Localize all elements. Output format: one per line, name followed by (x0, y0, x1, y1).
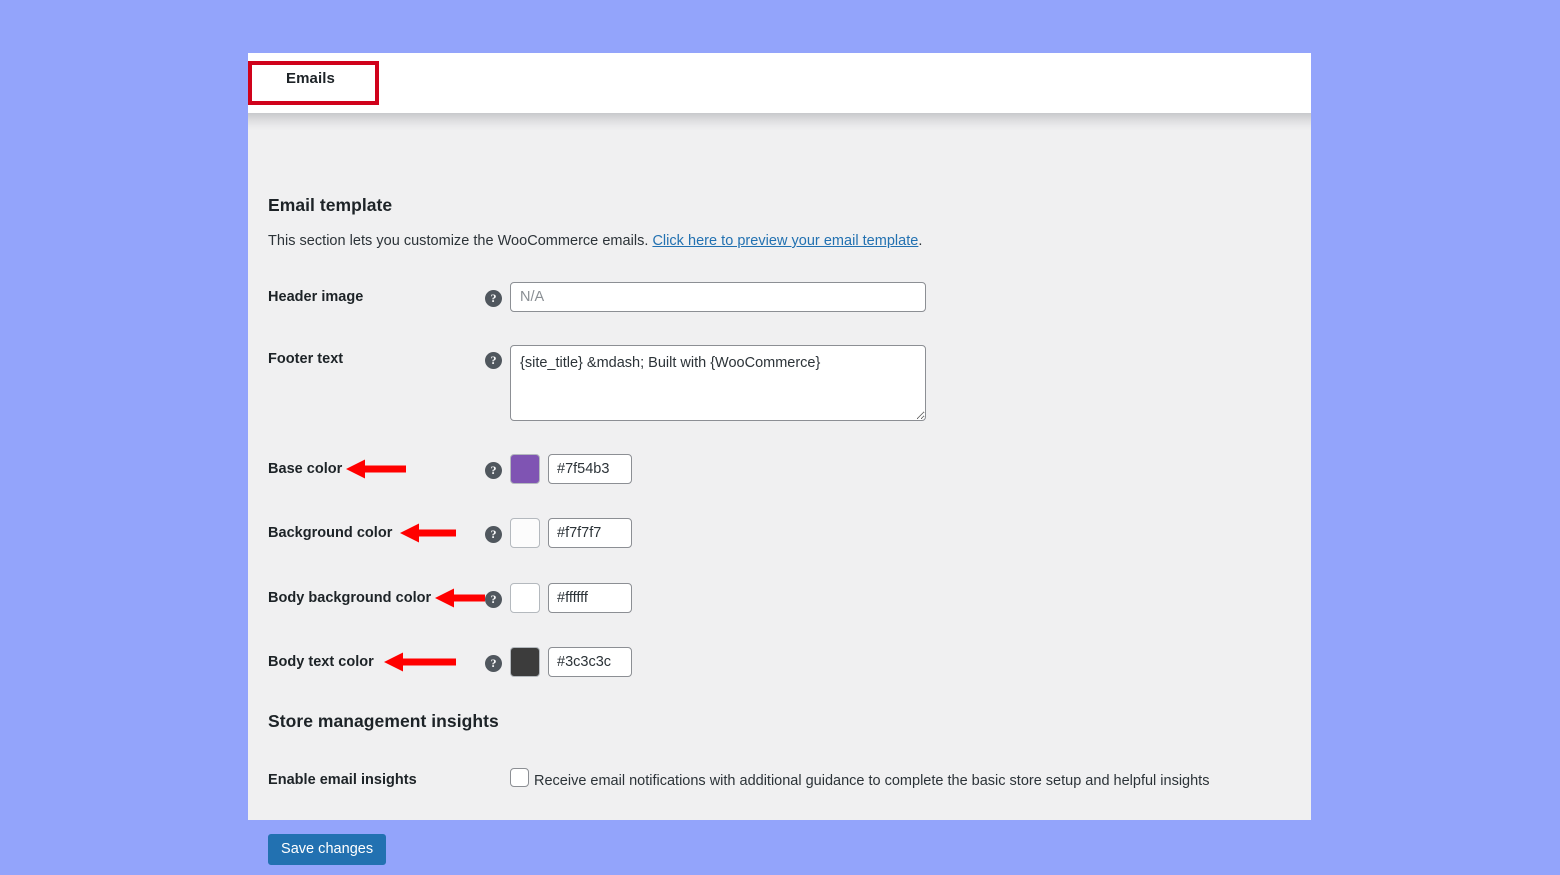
question-mark-icon-base-color[interactable]: ? (485, 462, 502, 479)
annotation-arrow-body-text-color (384, 652, 456, 672)
annotation-arrow-body-background-color (435, 588, 485, 608)
annotation-arrow-base-color (346, 459, 406, 479)
tab-bar-shadow (248, 113, 1311, 131)
section-description: This section lets you customize the WooC… (268, 233, 922, 249)
enable-email-insights-checkbox[interactable] (510, 768, 529, 787)
header-image-input[interactable] (510, 282, 926, 312)
color-swatch-body-text-color[interactable] (510, 647, 540, 677)
field-label-base-color: Base color (268, 461, 342, 477)
question-mark-icon-body-background-color[interactable]: ? (485, 591, 502, 608)
field-label-header-image: Header image (268, 289, 363, 305)
question-mark-icon-body-text-color[interactable]: ? (485, 655, 502, 672)
body-text-color-input[interactable] (548, 647, 632, 677)
preview-email-template-link[interactable]: Click here to preview your email templat… (652, 233, 918, 249)
save-changes-button[interactable]: Save changes (268, 834, 386, 865)
section-description-suffix: . (918, 233, 922, 249)
footer-text-textarea[interactable] (510, 345, 926, 421)
body-background-color-input[interactable] (548, 583, 632, 613)
section-description-text: This section lets you customize the WooC… (268, 233, 652, 249)
color-swatch-background-color[interactable] (510, 518, 540, 548)
base-color-input[interactable] (548, 454, 632, 484)
tab-emails[interactable]: Emails (248, 55, 363, 101)
color-swatch-body-background-color[interactable] (510, 583, 540, 613)
settings-tab-bar: Emails (248, 53, 1311, 113)
annotation-arrow-background-color (400, 523, 456, 543)
question-mark-icon-footer-text[interactable]: ? (485, 352, 502, 369)
field-label-body-text-color: Body text color (268, 654, 374, 670)
question-mark-icon-header-image[interactable]: ? (485, 290, 502, 307)
question-mark-icon-background-color[interactable]: ? (485, 526, 502, 543)
field-label-body-background-color: Body background color (268, 590, 431, 606)
store-insights-heading: Store management insights (268, 711, 499, 732)
field-label-background-color: Background color (268, 525, 392, 541)
tab-emails-label: Emails (286, 70, 335, 87)
enable-email-insights-checkbox-label[interactable]: Receive email notifications with additio… (534, 773, 1209, 789)
page-title: Email template (268, 195, 392, 216)
admin-settings-panel: Emails Email template This section lets … (248, 53, 1311, 820)
field-label-footer-text: Footer text (268, 351, 343, 367)
field-label-enable-email-insights: Enable email insights (268, 772, 417, 788)
color-swatch-base-color[interactable] (510, 454, 540, 484)
background-color-input[interactable] (548, 518, 632, 548)
screen: Emails Email template This section lets … (0, 0, 1560, 875)
